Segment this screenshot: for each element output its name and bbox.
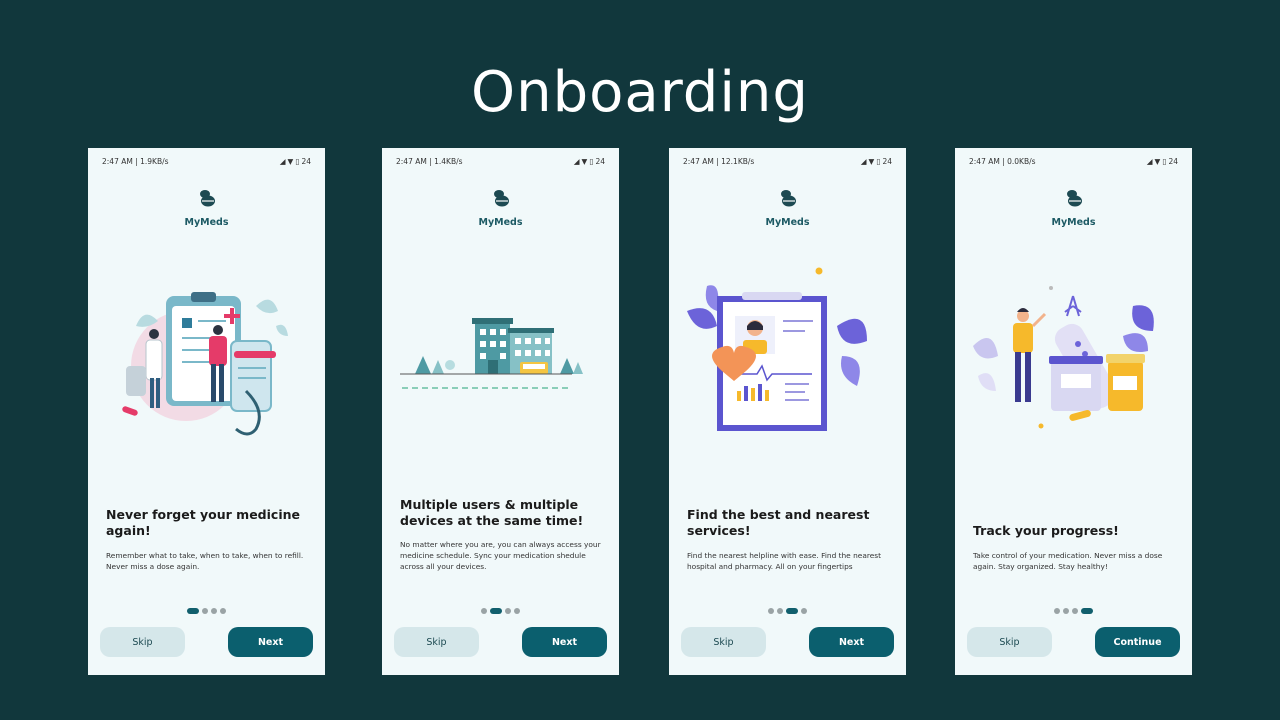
signal-icon: ◢ xyxy=(279,156,286,166)
skip-button[interactable]: Skip xyxy=(100,627,185,657)
page-dot-2 xyxy=(490,608,502,614)
battery-icon: ▯ xyxy=(1162,156,1167,166)
page-dot-4 xyxy=(220,608,226,614)
hospital-building-illustration xyxy=(400,318,583,389)
body-text: Remember what to take, when to take, whe… xyxy=(106,551,304,571)
page-dot-2 xyxy=(1063,608,1069,614)
page-dot-1 xyxy=(187,608,199,614)
page-indicator xyxy=(669,608,906,614)
status-bar: 2:47 AM | 12.1KB/s ◢ ▼ ▯ 24 xyxy=(683,156,892,166)
person-with-pill-bottles-illustration xyxy=(973,286,1154,429)
next-button[interactable]: Next xyxy=(228,627,313,657)
onboarding-screen-3: 2:47 AM | 12.1KB/s ◢ ▼ ▯ 24 MyMeds Find … xyxy=(669,148,906,675)
status-icons: ◢ ▼ ▯ 24 xyxy=(861,157,892,166)
pill-logo-icon xyxy=(493,190,509,207)
continue-button[interactable]: Continue xyxy=(1095,627,1180,657)
next-button[interactable]: Next xyxy=(522,627,607,657)
body-text: No matter where you are, you can always … xyxy=(400,540,601,571)
wifi-icon: ▼ xyxy=(868,156,875,166)
battery-level: 24 xyxy=(595,156,605,166)
status-icons: ◢ ▼ ▯ 24 xyxy=(280,157,311,166)
page-indicator xyxy=(955,608,1192,614)
page-dot-3 xyxy=(505,608,511,614)
signal-icon: ◢ xyxy=(1146,156,1153,166)
page-dot-3 xyxy=(786,608,798,614)
app-logo: MyMeds xyxy=(669,188,906,228)
page-dot-4 xyxy=(514,608,520,614)
page-dot-4 xyxy=(801,608,807,614)
status-bar: 2:47 AM | 1.9KB/s ◢ ▼ ▯ 24 xyxy=(102,156,311,166)
page-dot-2 xyxy=(777,608,783,614)
page-indicator xyxy=(88,608,325,614)
page-dot-1 xyxy=(481,608,487,614)
signal-icon: ◢ xyxy=(860,156,867,166)
battery-level: 24 xyxy=(301,156,311,166)
app-name: MyMeds xyxy=(184,217,229,228)
page-dot-1 xyxy=(1054,608,1060,614)
body-text: Find the nearest helpline with ease. Fin… xyxy=(687,551,882,571)
page-dot-3 xyxy=(1072,608,1078,614)
status-icons: ◢ ▼ ▯ 24 xyxy=(574,157,605,166)
app-logo: MyMeds xyxy=(88,188,325,228)
status-time: 2:47 AM | 12.1KB/s xyxy=(683,156,755,166)
body-text: Take control of your medication. Never m… xyxy=(973,551,1163,571)
wifi-icon: ▼ xyxy=(1154,156,1161,166)
onboarding-screen-4: 2:47 AM | 0.0KB/s ◢ ▼ ▯ 24 MyMeds Track … xyxy=(955,148,1192,675)
page-dot-2 xyxy=(202,608,208,614)
status-time: 2:47 AM | 0.0KB/s xyxy=(969,156,1036,166)
battery-icon: ▯ xyxy=(589,156,594,166)
headline: Multiple users & multiple devices at the… xyxy=(400,497,584,528)
next-button[interactable]: Next xyxy=(809,627,894,657)
page-indicator xyxy=(382,608,619,614)
battery-icon: ▯ xyxy=(876,156,881,166)
headline: Never forget your medicine again! xyxy=(106,507,300,538)
battery-level: 24 xyxy=(882,156,892,166)
status-icons: ◢ ▼ ▯ 24 xyxy=(1147,157,1178,166)
page-dot-3 xyxy=(211,608,217,614)
headline: Track your progress! xyxy=(973,523,1119,538)
wifi-icon: ▼ xyxy=(581,156,588,166)
battery-icon: ▯ xyxy=(295,156,300,166)
app-name: MyMeds xyxy=(765,217,810,228)
status-time: 2:47 AM | 1.4KB/s xyxy=(396,156,463,166)
pill-logo-icon xyxy=(1066,190,1082,207)
pill-logo-icon xyxy=(780,190,796,207)
status-time: 2:47 AM | 1.9KB/s xyxy=(102,156,169,166)
skip-button[interactable]: Skip xyxy=(394,627,479,657)
app-name: MyMeds xyxy=(478,217,523,228)
skip-button[interactable]: Skip xyxy=(967,627,1052,657)
wifi-icon: ▼ xyxy=(287,156,294,166)
onboarding-screen-1: 2:47 AM | 1.9KB/s ◢ ▼ ▯ 24 MyMeds Never … xyxy=(88,148,325,675)
doctor-patient-clipboard-illustration xyxy=(122,292,288,436)
app-name: MyMeds xyxy=(1051,217,1096,228)
app-logo: MyMeds xyxy=(382,188,619,228)
onboarding-screen-2: 2:47 AM | 1.4KB/s ◢ ▼ ▯ 24 MyMeds Multip… xyxy=(382,148,619,675)
pill-logo-icon xyxy=(199,190,215,207)
status-bar: 2:47 AM | 1.4KB/s ◢ ▼ ▯ 24 xyxy=(396,156,605,166)
status-bar: 2:47 AM | 0.0KB/s ◢ ▼ ▯ 24 xyxy=(969,156,1178,166)
page-dot-4 xyxy=(1081,608,1093,614)
headline: Find the best and nearest services! xyxy=(687,507,870,538)
doctor-profile-clipboard-illustration xyxy=(687,267,867,431)
skip-button[interactable]: Skip xyxy=(681,627,766,657)
page-title: Onboarding xyxy=(471,60,809,125)
signal-icon: ◢ xyxy=(573,156,580,166)
app-logo: MyMeds xyxy=(955,188,1192,228)
battery-level: 24 xyxy=(1168,156,1178,166)
page-dot-1 xyxy=(768,608,774,614)
